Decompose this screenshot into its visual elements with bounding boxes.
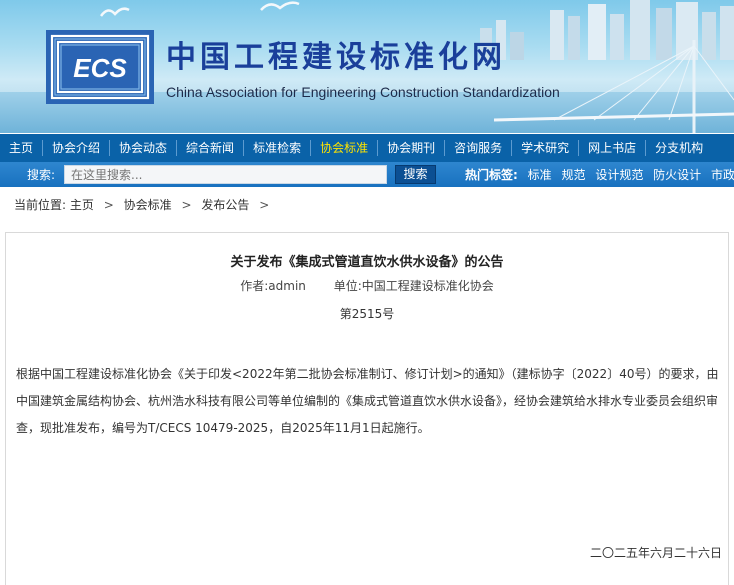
article-container: 关于发布《集成式管道直饮水供水设备》的公告 作者:admin 单位:中国工程建设… <box>5 232 729 585</box>
breadcrumb-separator: > <box>181 198 192 212</box>
nav-item-general-news[interactable]: 综合新闻 <box>177 134 243 162</box>
nav-item-standard-search[interactable]: 标准检索 <box>244 134 310 162</box>
hot-tag-link[interactable]: 标准 <box>528 168 552 182</box>
nav-item-association-news[interactable]: 协会动态 <box>110 134 176 162</box>
article-author: 作者:admin <box>240 279 306 293</box>
breadcrumb-separator: > <box>259 198 270 212</box>
article-date: 二〇二五年六月二十六日 <box>589 546 722 560</box>
article-title: 关于发布《集成式管道直饮水供水设备》的公告 <box>230 255 504 270</box>
nav-item-home[interactable]: 主页 <box>0 134 42 162</box>
site-title-en: China Association for Engineering Constr… <box>166 84 560 100</box>
nav-item-bookstore[interactable]: 网上书店 <box>579 134 645 162</box>
breadcrumb: 当前位置: 主页 > 协会标准 > 发布公告 > <box>14 196 275 213</box>
nav-item-about[interactable]: 协会介绍 <box>43 134 109 162</box>
hot-tag-link[interactable]: 设计规范 <box>595 168 643 182</box>
hot-tag-link[interactable]: 规范 <box>561 168 585 182</box>
hot-tag-link[interactable]: 防火设计 <box>653 168 701 182</box>
search-bar: 搜索: 搜索 热门标签: 标准 规范 设计规范 防火设计 市政管网 <box>0 162 734 187</box>
nav-item-consulting[interactable]: 咨询服务 <box>445 134 511 162</box>
breadcrumb-prefix: 当前位置: <box>14 198 67 212</box>
hot-tags: 热门标签: 标准 规范 设计规范 防火设计 市政管网 <box>465 166 734 183</box>
breadcrumb-link-home[interactable]: 主页 <box>70 198 94 212</box>
page: ECS 中国工程建设标准化网 China Association for Eng… <box>0 0 734 585</box>
nav-item-association-standards[interactable]: 协会标准 <box>311 134 377 162</box>
main-nav: 主页 协会介绍 协会动态 综合新闻 标准检索 协会标准 协会期刊 咨询服务 学术… <box>0 134 734 162</box>
article-body: 根据中国工程建设标准化协会《关于印发<2022年第二批协会标准制订、修订计划>的… <box>16 367 719 435</box>
site-title-cn: 中国工程建设标准化网 <box>166 40 506 75</box>
bird-icon <box>260 1 300 11</box>
header-banner: ECS 中国工程建设标准化网 China Association for Eng… <box>0 0 734 133</box>
bird-icon <box>100 7 130 17</box>
hot-tags-label: 热门标签: <box>465 168 518 182</box>
search-button[interactable]: 搜索 <box>395 165 436 184</box>
nav-item-branches[interactable]: 分支机构 <box>646 134 712 162</box>
search-input[interactable] <box>64 165 387 184</box>
nav-item-research[interactable]: 学术研究 <box>512 134 578 162</box>
breadcrumb-link-announcements[interactable]: 发布公告 <box>201 198 249 212</box>
article-number: 第2515号 <box>339 307 395 321</box>
article-unit: 单位:中国工程建设标准化协会 <box>333 279 494 293</box>
breadcrumb-separator: > <box>103 198 114 212</box>
breadcrumb-link-association-standards[interactable]: 协会标准 <box>124 198 172 212</box>
hot-tag-link[interactable]: 市政管网 <box>711 168 734 182</box>
ecs-logo: ECS <box>46 30 154 104</box>
search-label: 搜索: <box>27 168 56 182</box>
svg-text:ECS: ECS <box>73 53 127 83</box>
article-meta: 作者:admin 单位:中国工程建设标准化协会 <box>6 277 728 294</box>
nav-item-journals[interactable]: 协会期刊 <box>378 134 444 162</box>
